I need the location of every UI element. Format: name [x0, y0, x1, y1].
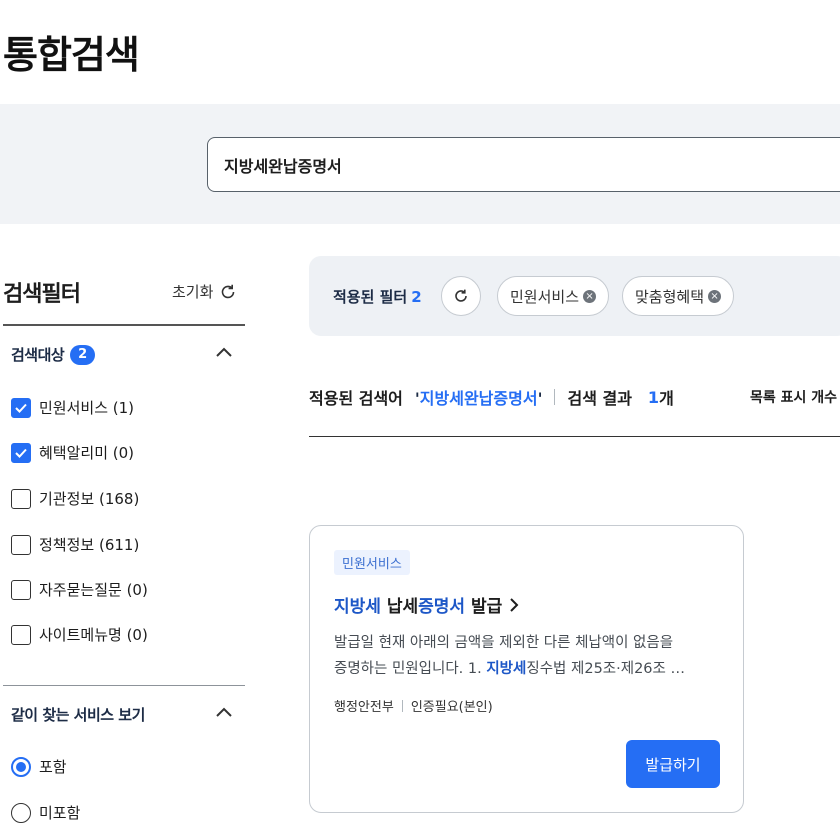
- desc-highlight: 지방세: [486, 661, 527, 677]
- checkbox-checked[interactable]: [11, 442, 31, 463]
- filter-divider: [3, 685, 245, 686]
- result-unit: 개: [659, 389, 674, 408]
- checkbox-label: 기관정보 (168): [39, 490, 140, 508]
- reset-label: 초기화: [172, 283, 214, 301]
- filter-reset-button[interactable]: 초기화: [172, 281, 237, 302]
- filter-chip-custom-benefit[interactable]: 맞춤형혜택 ×: [622, 276, 735, 316]
- chevron-right-icon: [510, 597, 519, 612]
- list-display-count-label[interactable]: 목록 표시 개수: [750, 387, 837, 407]
- applied-filter-count: 2: [411, 288, 422, 306]
- title-text: 발급: [465, 597, 503, 617]
- checkbox-benefit-alert[interactable]: 혜택알리미 (0): [11, 442, 134, 463]
- category-tag: 민원서비스: [334, 550, 410, 575]
- checkbox-label: 자주묻는질문 (0): [39, 581, 148, 599]
- chevron-up-icon: [216, 707, 232, 717]
- checkbox-faq[interactable]: 자주묻는질문 (0): [11, 579, 148, 600]
- filter-title: 검색필터: [3, 282, 81, 307]
- applied-filter-text: 적용된 필터: [333, 288, 408, 306]
- separator: [401, 699, 403, 712]
- group-header-search-target[interactable]: 검색대상 2: [11, 344, 245, 365]
- checkbox-site-menu[interactable]: 사이트메뉴명 (0): [11, 624, 148, 645]
- separator: [554, 389, 556, 405]
- refresh-icon: [222, 284, 235, 298]
- page-title: 통합검색: [3, 33, 140, 77]
- group-header-together-service[interactable]: 같이 찾는 서비스 보기: [11, 704, 245, 725]
- agency-name: 행정안전부: [334, 700, 394, 715]
- result-title-link[interactable]: 지방세 납세증명서 발급: [334, 592, 520, 617]
- checkbox-label: 정책정보 (611): [39, 536, 140, 554]
- title-text: 납세: [380, 597, 419, 617]
- close-icon[interactable]: ×: [583, 289, 597, 303]
- checkbox-label: 민원서비스 (1): [39, 399, 135, 417]
- quote-close: ': [537, 389, 543, 408]
- check-icon: [15, 448, 27, 458]
- auth-requirement: 인증필요(본인): [410, 700, 493, 715]
- checkbox-unchecked[interactable]: [11, 488, 31, 509]
- result-label: 검색 결과: [567, 389, 632, 408]
- results-divider: [309, 436, 840, 437]
- result-meta: 행정안전부 인증필요(본인): [334, 696, 493, 715]
- desc-line: 증명하는 민원입니다. 1. 지방세징수법 제25조·제26조 …: [334, 656, 724, 682]
- checkbox-label: 사이트메뉴명 (0): [39, 626, 148, 644]
- query-label: 적용된 검색어: [309, 389, 403, 408]
- checkbox-unchecked[interactable]: [11, 579, 31, 600]
- checkbox-unchecked[interactable]: [11, 534, 31, 555]
- result-card: 민원서비스 지방세 납세증명서 발급 발급일 현재 아래의 금액을 제외한 다른…: [309, 525, 744, 813]
- checkbox-agency-info[interactable]: 기관정보 (168): [11, 488, 139, 509]
- result-description: 발급일 현재 아래의 금액을 제외한 다른 체납액이 없음을 증명하는 민원입니…: [334, 630, 724, 682]
- desc-text: 증명하는 민원입니다. 1.: [334, 661, 487, 677]
- desc-line: 발급일 현재 아래의 금액을 제외한 다른 체납액이 없음을: [334, 635, 674, 651]
- checkbox-civil-service[interactable]: 민원서비스 (1): [11, 397, 134, 418]
- filter-divider: [3, 324, 245, 326]
- radio-include[interactable]: 포함: [11, 756, 67, 777]
- count-badge: 2: [70, 344, 96, 365]
- group-label: 검색대상: [11, 346, 65, 364]
- radio-selected[interactable]: [11, 756, 31, 777]
- issue-button[interactable]: 발급하기: [626, 740, 720, 788]
- result-count: 1: [647, 387, 660, 407]
- result-summary: 적용된 검색어 '지방세완납증명서' 검색 결과 1 개: [309, 385, 674, 409]
- chip-label: 맞춤형혜택: [635, 287, 705, 306]
- desc-text: 징수법 제25조·제26조 …: [526, 661, 685, 677]
- chevron-up-icon: [216, 347, 232, 357]
- applied-filter-label: 적용된 필터 2: [333, 286, 422, 307]
- checkbox-policy-info[interactable]: 정책정보 (611): [11, 534, 139, 555]
- checkbox-unchecked[interactable]: [11, 624, 31, 645]
- chip-label: 민원서비스: [510, 287, 580, 306]
- filter-chip-civil-service[interactable]: 민원서비스 ×: [497, 276, 610, 316]
- radio-label: 포함: [39, 758, 67, 776]
- title-highlight: 지방세: [334, 597, 381, 617]
- radio-exclude[interactable]: 미포함: [11, 802, 80, 823]
- checkbox-checked[interactable]: [11, 397, 31, 418]
- result-title: 지방세 납세증명서 발급: [334, 592, 502, 617]
- search-input[interactable]: [207, 137, 840, 192]
- radio-unselected[interactable]: [11, 802, 31, 823]
- refresh-icon: [455, 289, 467, 302]
- applied-query: '지방세완납증명서': [415, 385, 543, 409]
- group-label: 같이 찾는 서비스 보기: [11, 706, 145, 724]
- radio-label: 미포함: [39, 804, 81, 822]
- query-text: 지방세완납증명서: [419, 389, 538, 408]
- title-highlight: 증명서: [418, 597, 466, 617]
- close-icon[interactable]: ×: [708, 289, 722, 303]
- checkbox-label: 혜택알리미 (0): [39, 444, 135, 462]
- check-icon: [15, 403, 27, 413]
- reset-filters-button[interactable]: [441, 276, 481, 316]
